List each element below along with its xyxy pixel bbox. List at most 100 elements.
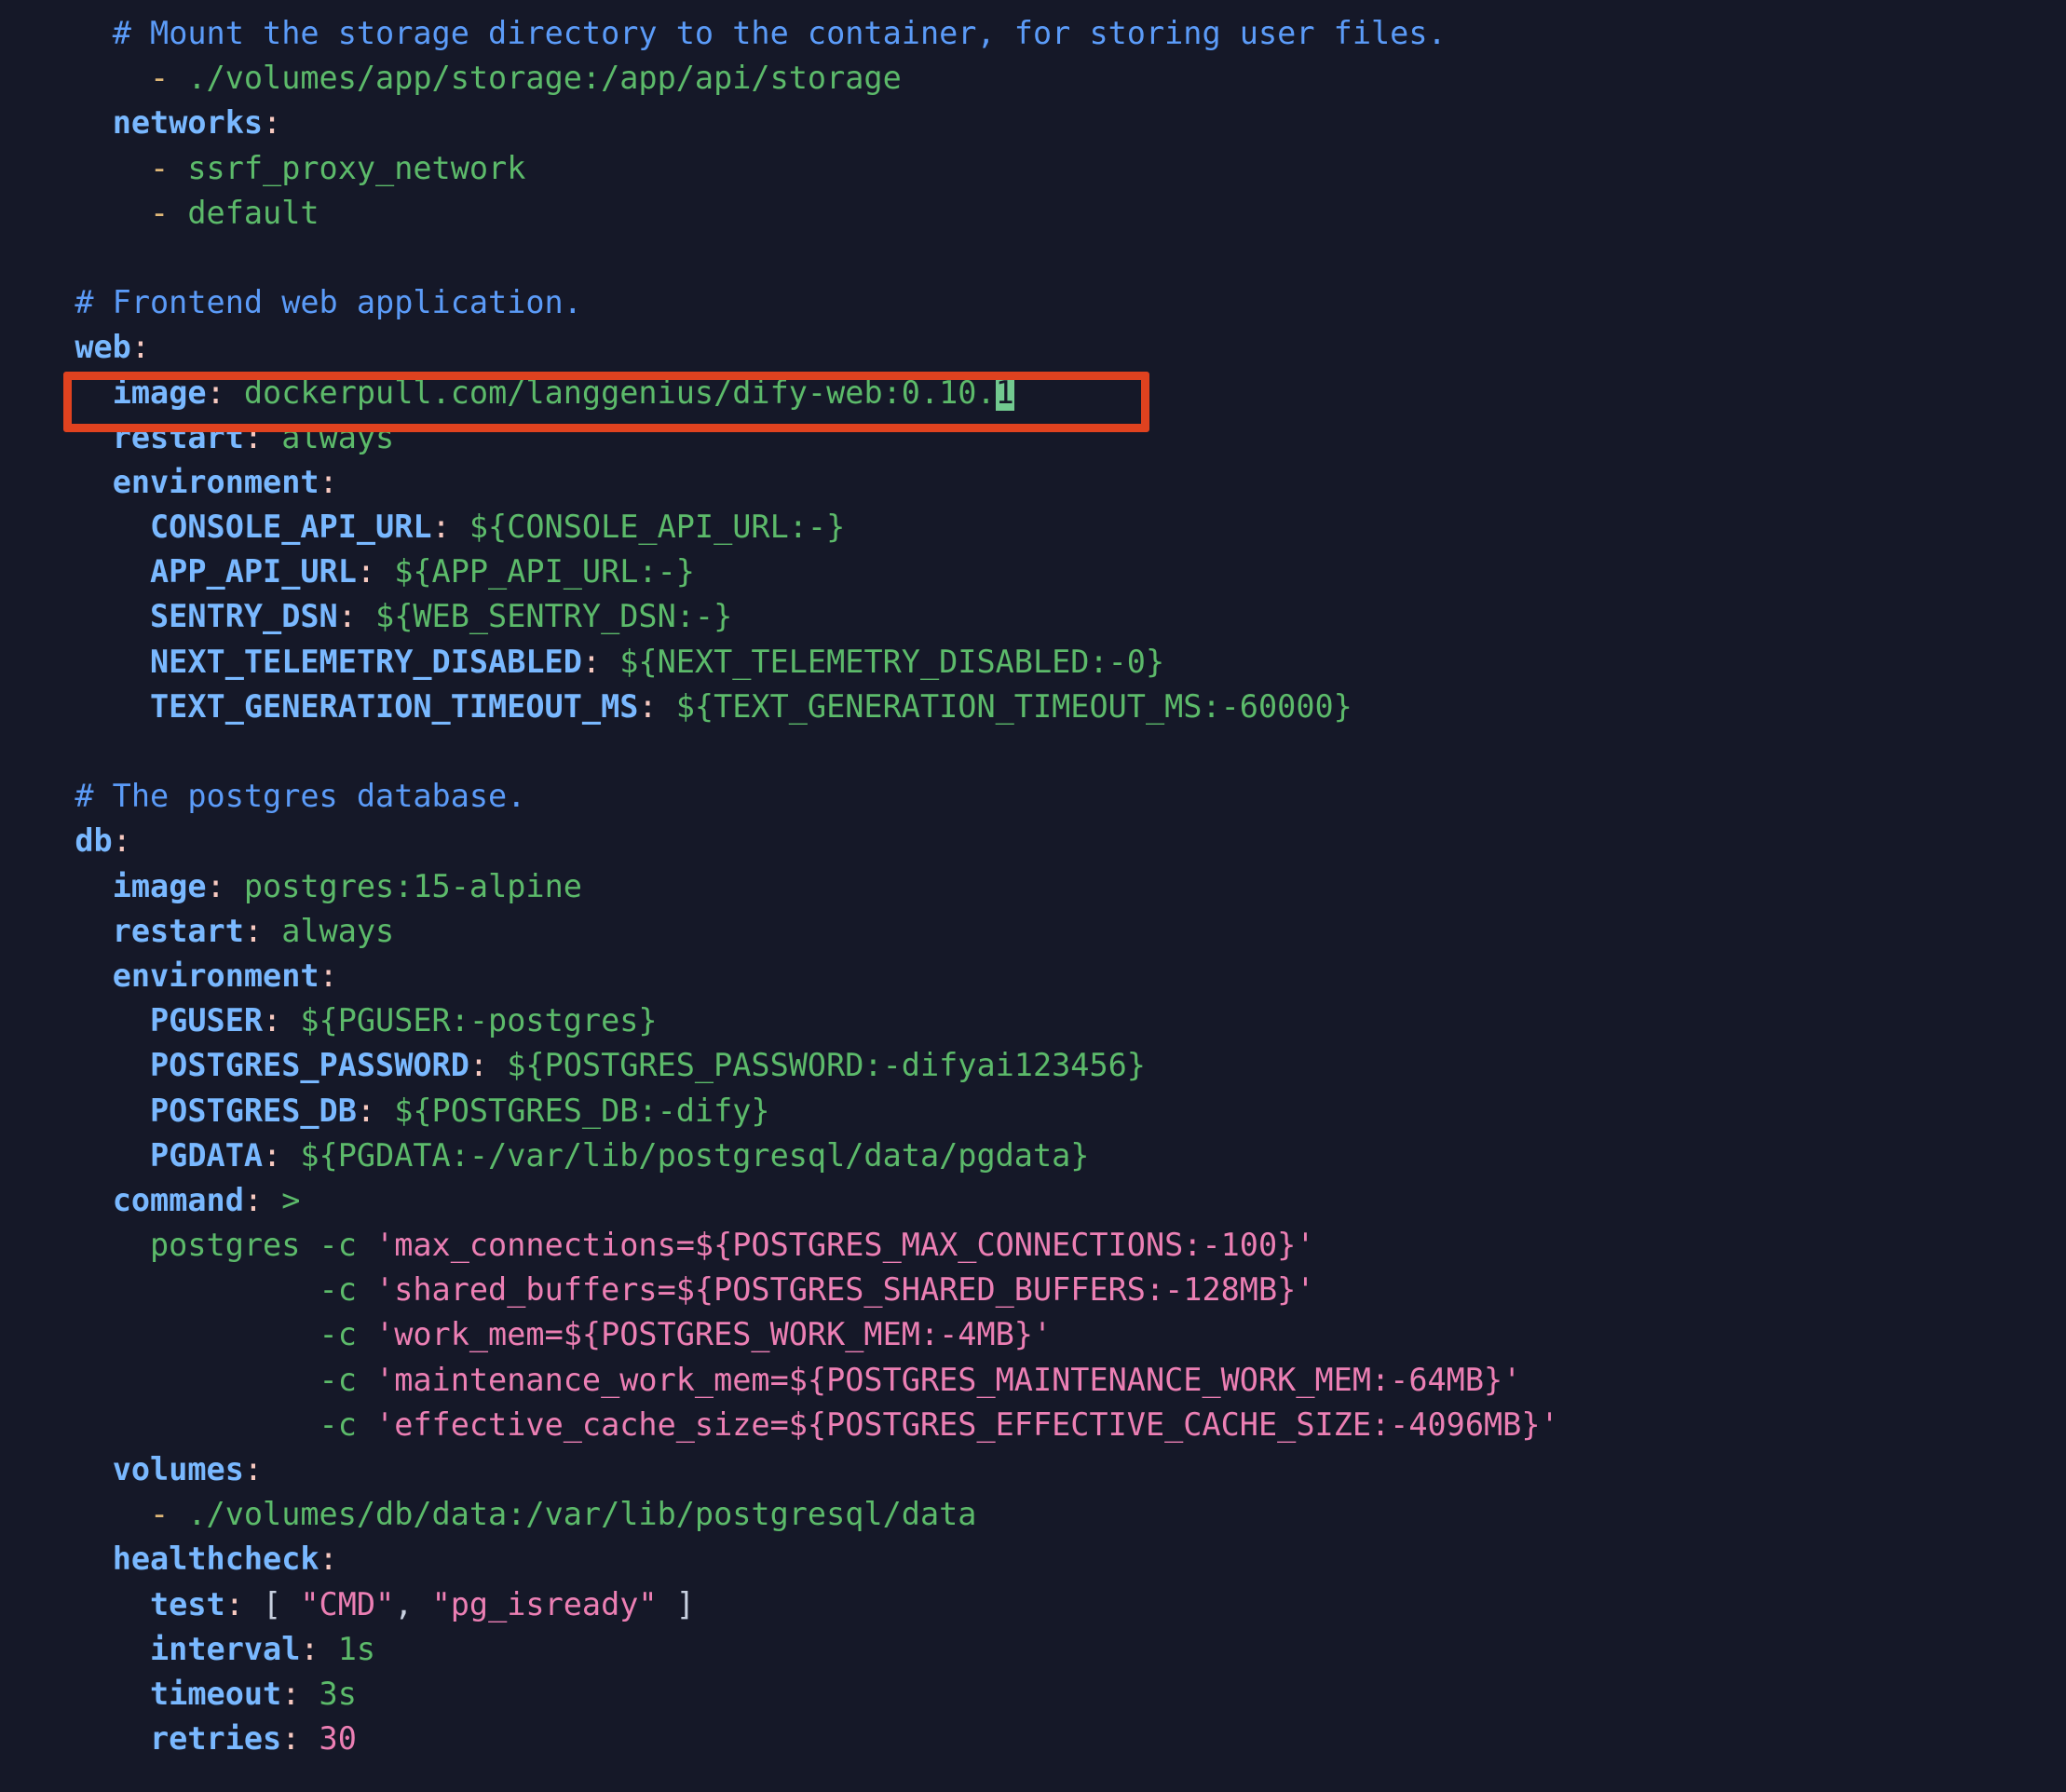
code-line[interactable]: environment: — [37, 954, 2066, 998]
code-line[interactable]: # Frontend web application. — [37, 280, 2066, 325]
code-line[interactable]: web: — [37, 325, 2066, 370]
token-colon: : — [263, 1136, 282, 1174]
code-line[interactable]: postgres -c 'max_connections=${POSTGRES_… — [37, 1223, 2066, 1268]
code-line[interactable]: # Mount the storage directory to the con… — [37, 11, 2066, 56]
token-string: postgres:15-alpine — [224, 867, 582, 904]
code-line[interactable] — [37, 729, 2066, 774]
token-string: ${PGDATA:-/var/lib/postgresql/data/pgdat… — [281, 1136, 1090, 1174]
token-colon: : — [281, 1720, 301, 1758]
token-key: POSTGRES_PASSWORD — [150, 1047, 469, 1084]
token-string: -c — [319, 1405, 376, 1443]
token-key: db — [75, 822, 113, 860]
token-dash: - — [150, 149, 188, 186]
token-key: environment — [112, 957, 319, 994]
code-line[interactable]: - ssrf_proxy_network — [37, 146, 2066, 191]
code-line[interactable]: SENTRY_DSN: ${WEB_SENTRY_DSN:-} — [37, 594, 2066, 639]
token-colon: : — [356, 553, 376, 591]
code-line[interactable]: # The postgres database. — [37, 774, 2066, 819]
code-line[interactable]: restart: always — [37, 415, 2066, 460]
token-key: volumes — [112, 1451, 244, 1487]
code-line[interactable]: restart: always — [37, 909, 2066, 954]
token-colon: : — [206, 373, 225, 411]
code-line[interactable]: CONSOLE_API_URL: ${CONSOLE_API_URL:-} — [37, 505, 2066, 550]
code-line[interactable]: timeout: 3s — [37, 1672, 2066, 1717]
token-quoted: 'max_connections=${POSTGRES_MAX_CONNECTI… — [375, 1227, 1315, 1264]
token-colon: : — [263, 1002, 282, 1039]
token-string: ${POSTGRES_PASSWORD:-difyai123456} — [488, 1047, 1146, 1084]
code-line[interactable]: volumes: — [37, 1447, 2066, 1492]
code-line[interactable]: PGUSER: ${PGUSER:-postgres} — [37, 998, 2066, 1043]
code-line[interactable]: environment: — [37, 460, 2066, 505]
token-string: ${CONSOLE_API_URL:-} — [450, 509, 846, 546]
code-line[interactable]: test: [ "CMD", "pg_isready" ] — [37, 1582, 2066, 1627]
token-key: restart — [112, 912, 244, 949]
code-line[interactable]: NEXT_TELEMETRY_DISABLED: ${NEXT_TELEMETR… — [37, 640, 2066, 685]
token-string: ${NEXT_TELEMETRY_DISABLED:-0} — [601, 643, 1165, 680]
token-plain: [ — [243, 1585, 301, 1622]
code-line[interactable]: POSTGRES_DB: ${POSTGRES_DB:-dify} — [37, 1089, 2066, 1134]
token-string: ./volumes/db/data:/var/lib/postgresql/da… — [187, 1496, 977, 1533]
code-line[interactable]: command: > — [37, 1178, 2066, 1223]
code-line[interactable]: -c 'work_mem=${POSTGRES_WORK_MEM:-4MB}' — [37, 1312, 2066, 1357]
code-line[interactable]: interval: 1s — [37, 1627, 2066, 1672]
code-line[interactable]: PGDATA: ${PGDATA:-/var/lib/postgresql/da… — [37, 1134, 2066, 1178]
code-editor[interactable]: # Mount the storage directory to the con… — [0, 0, 2066, 1792]
code-line[interactable]: TEXT_GENERATION_TIMEOUT_MS: ${TEXT_GENER… — [37, 685, 2066, 729]
token-colon: : — [243, 1181, 264, 1218]
code-line[interactable]: - ./volumes/app/storage:/app/api/storage — [37, 56, 2066, 101]
code-line[interactable]: networks: — [37, 101, 2066, 145]
code-line[interactable]: healthcheck: — [37, 1537, 2066, 1582]
token-string: ${WEB_SENTRY_DSN:-} — [356, 598, 733, 635]
token-key: web — [75, 329, 131, 366]
token-string: 3s — [300, 1675, 357, 1712]
token-key: PGDATA — [150, 1136, 264, 1174]
token-dash: - — [150, 60, 188, 97]
code-line[interactable]: -c 'shared_buffers=${POSTGRES_SHARED_BUF… — [37, 1268, 2066, 1312]
token-quoted: 'maintenance_work_mem=${POSTGRES_MAINTEN… — [375, 1361, 1522, 1398]
code-line[interactable]: APP_API_URL: ${APP_API_URL:-} — [37, 550, 2066, 594]
token-key: TEXT_GENERATION_TIMEOUT_MS — [150, 687, 639, 725]
token-key: restart — [112, 418, 244, 455]
token-string: ${APP_API_URL:-} — [375, 553, 695, 591]
code-line[interactable]: -c 'effective_cache_size=${POSTGRES_EFFE… — [37, 1403, 2066, 1447]
token-colon: : — [581, 643, 602, 680]
token-key: POSTGRES_DB — [150, 1092, 357, 1129]
token-key: CONSOLE_API_URL — [150, 509, 432, 546]
code-line[interactable]: image: postgres:15-alpine — [37, 864, 2066, 909]
code-line[interactable] — [37, 236, 2066, 280]
code-line-highlighted[interactable]: image: dockerpull.com/langgenius/dify-we… — [37, 371, 2066, 415]
code-line[interactable]: - default — [37, 191, 2066, 236]
code-line[interactable]: - ./volumes/db/data:/var/lib/postgresql/… — [37, 1492, 2066, 1537]
code-text-area[interactable]: # Mount the storage directory to the con… — [0, 0, 2066, 1761]
token-key: networks — [112, 104, 264, 142]
token-string: always — [263, 912, 395, 949]
code-line[interactable]: -c 'maintenance_work_mem=${POSTGRES_MAIN… — [37, 1358, 2066, 1403]
code-line[interactable]: retries: 30 — [37, 1717, 2066, 1761]
code-line[interactable]: db: — [37, 819, 2066, 863]
token-key: test — [150, 1585, 225, 1622]
code-line[interactable]: POSTGRES_PASSWORD: ${POSTGRES_PASSWORD:-… — [37, 1043, 2066, 1088]
token-string: always — [263, 418, 395, 455]
token-colon: : — [319, 463, 338, 500]
token-dash: - — [150, 194, 188, 231]
token-colon: : — [337, 598, 357, 635]
